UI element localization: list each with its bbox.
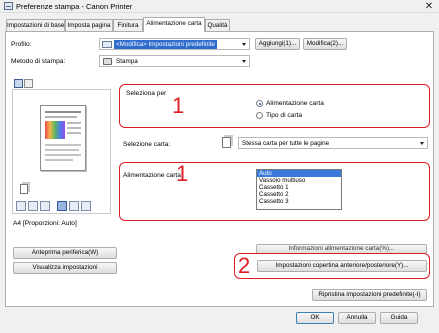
preview-page-icon [40,105,86,171]
edit-profile-button[interactable]: Modifica(2)... [303,38,347,50]
radio-paper-type[interactable] [256,112,263,119]
radio-paper-source[interactable] [256,100,263,107]
source-icon-3[interactable] [40,201,50,211]
profile-dropdown[interactable]: <Modifica> Impostazioni predefinite [99,38,250,50]
window-title: Preferenze stampa - Canon Printer [16,2,133,11]
profile-value: <Modifica> Impostazioni predefinite [114,40,218,49]
paper-source-option[interactable]: Vassoio multiuso [257,177,341,184]
paper-source-option[interactable]: Cassetto 3 [257,198,341,205]
add-profile-button[interactable]: Aggiungi(1)... [255,38,300,50]
callout-2: 2 [238,253,251,278]
dropdown-caret-icon [242,43,246,46]
document-icon [222,137,231,148]
paper-source-option[interactable]: Cassetto 2 [257,191,341,198]
paper-selection-value: Stessa carta per tutte le pagine [242,140,330,147]
paper-source-label: Alimentazione carta: [123,172,183,179]
profile-icon [102,41,112,48]
preview-settings-icon[interactable] [24,79,33,88]
source-icon-5[interactable] [69,201,79,211]
radio-paper-source-label: Alimentazione carta [266,100,324,107]
source-icon-4[interactable] [57,201,67,211]
source-icon-6[interactable] [81,201,91,211]
printer-app-icon [4,2,13,10]
output-method-dropdown[interactable]: Stampa [99,55,250,67]
source-icon-1[interactable] [16,201,26,211]
tab-quality[interactable]: Qualità [205,19,230,31]
paper-selection-dropdown[interactable]: Stessa carta per tutte le pagine [238,137,428,149]
source-icon-2[interactable] [28,201,38,211]
paper-stack-icon [20,184,28,194]
paper-source-listbox[interactable]: Auto Vassoio multiuso Cassetto 1 Cassett… [256,169,342,210]
page-view-button[interactable]: Anteprima periferica(W) [13,247,117,259]
callout-1b: 1 [176,161,189,186]
callout-1a: 1 [172,93,185,118]
window-close-button[interactable]: ✕ [423,1,435,12]
help-button[interactable]: Guida [380,312,418,324]
tab-basic-settings[interactable]: Impostazioni di base [6,19,65,31]
paper-selection-label: Selezione carta: [123,141,171,148]
tab-page-setup[interactable]: Imposta pagina [65,19,113,31]
cover-settings-button[interactable]: Impostazioni copertina anteriore/posteri… [257,260,427,272]
dropdown-caret-icon [242,60,246,63]
dropdown-caret-icon [420,142,424,145]
view-settings-button[interactable]: Visualizza impostazioni [13,262,117,274]
ok-button[interactable]: OK [296,312,334,324]
tab-finishing[interactable]: Finitura [113,19,143,31]
output-method-label: Metodo di stampa: [11,58,66,65]
printer-icon [103,58,112,65]
preview-caption: A4 [Proporzioni: Auto] [13,220,77,227]
profile-label: Profilo: [11,41,32,48]
output-method-value: Stampa [116,58,138,65]
paper-source-option[interactable]: Auto [257,170,341,177]
preview-mode-icon[interactable] [14,79,23,88]
restore-defaults-button[interactable]: Ripristina impostazioni predefinite(-I) [312,289,427,301]
radio-paper-type-label: Tipo di carta [266,112,303,119]
select-by-label: Seleziona per [126,90,167,97]
paper-source-option[interactable]: Cassetto 1 [257,184,341,191]
cancel-button[interactable]: Annulla [338,312,376,324]
tab-paper-source[interactable]: Alimentazione carta [143,17,205,32]
